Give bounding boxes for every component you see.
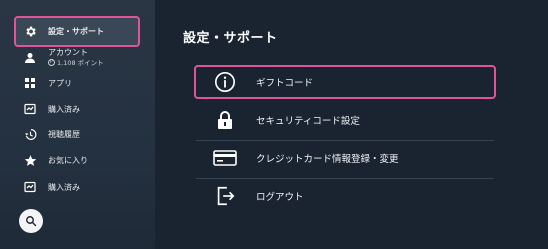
sidebar-item-account[interactable]: アカウント P 1,108 ポイント (0, 45, 155, 71)
sidebar-item-label: 購入済み (48, 104, 80, 114)
page-title: 設定・サポート (183, 31, 278, 46)
purchased-icon (23, 102, 37, 116)
info-icon (212, 69, 238, 95)
menu-item-label: クレジットカード情報登録・変更 (256, 154, 399, 165)
sidebar-item-settings-support[interactable]: 設定・サポート (14, 16, 140, 47)
history-icon (23, 127, 37, 141)
credit-card-item[interactable]: クレジットカード情報登録・変更 (196, 143, 494, 173)
points-icon: P (48, 58, 55, 66)
sidebar-item-label: 購入済み (48, 182, 80, 192)
sidebar-item-label: お気に入り (48, 155, 88, 165)
sidebar-item-history[interactable]: 視聴履歴 (0, 121, 155, 147)
credit-card-icon (212, 145, 238, 171)
divider (196, 140, 494, 141)
menu-item-label: ログアウト (256, 192, 304, 203)
sidebar-item-purchased[interactable]: 購入済み (0, 96, 155, 122)
logout-icon (212, 183, 238, 209)
sidebar-item-favorites[interactable]: お気に入り (0, 147, 155, 173)
purchased-icon (23, 180, 37, 194)
gift-code-item[interactable]: ギフトコード (194, 65, 496, 99)
apps-grid-icon (23, 76, 37, 90)
divider (196, 178, 494, 179)
sidebar: 設定・サポート アカウント P 1,108 ポイント アプリ 購入済み 視聴履歴 (0, 0, 155, 249)
menu-item-label: セキュリティコード設定 (256, 116, 360, 127)
person-icon (23, 51, 37, 65)
menu-item-label: ギフトコード (256, 78, 314, 89)
sidebar-item-apps[interactable]: アプリ (0, 70, 155, 96)
sidebar-item-label: アプリ (48, 78, 72, 88)
points-balance: P 1,108 ポイント (48, 57, 104, 67)
search-icon (25, 215, 37, 227)
security-code-item[interactable]: セキュリティコード設定 (196, 105, 494, 135)
sidebar-item-label: 設定・サポート (48, 27, 104, 36)
gear-icon (23, 25, 37, 39)
search-button[interactable] (19, 209, 43, 233)
sidebar-item-label: 視聴履歴 (48, 129, 80, 139)
logout-item[interactable]: ログアウト (196, 181, 494, 211)
star-icon (23, 153, 37, 167)
points-text: 1,108 ポイント (57, 59, 104, 67)
sidebar-item-purchased-2[interactable]: 購入済み (0, 174, 155, 200)
lock-icon (212, 107, 238, 133)
